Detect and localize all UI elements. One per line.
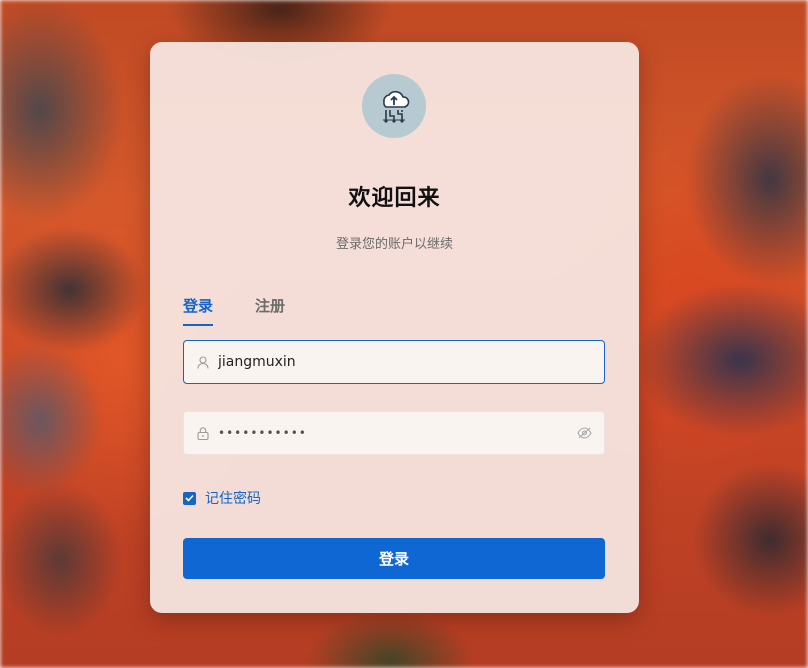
- username-field[interactable]: [183, 340, 605, 384]
- remember-password[interactable]: 记住密码: [183, 488, 261, 508]
- tab-login[interactable]: 登录: [183, 295, 214, 326]
- auth-tabs: 登录 注册: [183, 295, 327, 326]
- login-card: 欢迎回来 登录您的账户以继续 登录 注册 jiangmuxin ••••••••…: [150, 42, 639, 613]
- check-icon: [185, 494, 194, 502]
- tab-register[interactable]: 注册: [255, 295, 285, 326]
- remember-checkbox[interactable]: [183, 491, 196, 505]
- lock-icon: [196, 426, 210, 440]
- remember-label: 记住密码: [205, 491, 261, 507]
- user-icon: [196, 355, 210, 369]
- login-button[interactable]: 登录: [183, 538, 605, 579]
- page-title: 欢迎回来: [348, 186, 441, 211]
- username-input[interactable]: [218, 342, 604, 382]
- password-field[interactable]: [183, 411, 605, 455]
- cloud-upload-logo-icon: [362, 74, 426, 138]
- eye-off-icon[interactable]: [576, 425, 592, 441]
- page-subtitle: 登录您的账户以继续: [335, 237, 453, 252]
- password-input[interactable]: [218, 413, 576, 453]
